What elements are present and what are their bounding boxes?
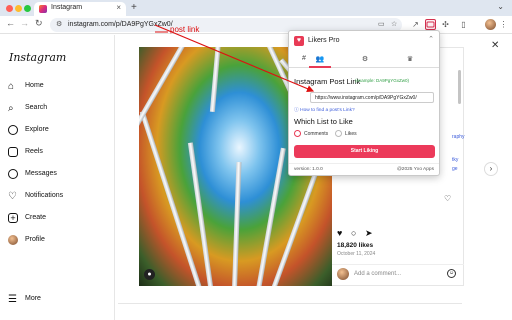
selected-tab-indicator [309,66,331,68]
comment-icon[interactable]: ○ [351,228,356,238]
likers-pro-extension-icon[interactable] [425,19,436,30]
tab-premium[interactable]: ♛ [404,55,416,63]
tab-strip: Instagram × + ⌄ [0,0,512,16]
reading-list-icon[interactable]: ▯ [458,19,469,30]
nav-profile-label: Profile [25,236,45,243]
instagram-favicon-icon [39,5,47,13]
popup-footer: version: 1.0.0 @2025 Yxo Apps [289,163,439,176]
post-date: October 11, 2024 [337,251,376,257]
hamburger-menu-icon: ☰ [8,294,17,305]
home-icon: ⌂ [8,81,15,92]
tab-users[interactable]: 👥 [314,55,326,63]
tab-close-icon[interactable]: × [116,3,121,12]
instagram-logo[interactable]: Instagram [9,51,66,64]
nav-home[interactable]: ⌂ Home [8,80,108,96]
nav-messages[interactable]: Messages [8,168,108,184]
likes-count[interactable]: 18,820 likes [337,242,373,249]
caption-fragment: tky [452,157,459,163]
nav-explore-label: Explore [25,126,49,133]
caption-fragment: ge [452,166,458,172]
comment-composer: Add a comment... ☺ [332,264,464,284]
annotation-post-link-label: post link [170,25,200,34]
pin-icon[interactable]: ⌃ [428,35,434,43]
comment-like-heart-icon[interactable]: ♡ [444,194,451,203]
post-link-label: Instagram Post Link [294,77,361,86]
likes-radio[interactable] [335,130,342,137]
close-icon[interactable]: ✕ [491,40,499,51]
plus-icon: + [8,213,18,223]
copyright-text[interactable]: @2025 Yxo Apps [397,167,434,172]
popup-tabs: # 👥 ⚙ ♛ [289,51,439,68]
reels-icon [8,147,18,157]
nav-reels[interactable]: Reels [8,146,108,162]
messages-icon [8,169,18,179]
likes-radio-label[interactable]: Likes [345,131,357,137]
url-text[interactable]: instagram.com/p/DA9PgYGxZw0/ [68,21,173,28]
nav-explore[interactable]: Explore [8,124,108,140]
tab-search-icon[interactable]: ⌄ [497,2,504,11]
nav-notifications[interactable]: ♡ Notifications [8,190,108,206]
howto-link[interactable]: ⓘ How to find a post's Link? [294,106,355,113]
nav-profile[interactable]: Profile [8,234,108,250]
maximize-window-button[interactable] [24,5,31,12]
details-scrollbar[interactable] [458,70,461,104]
nav-notifications-label: Notifications [25,192,64,199]
likers-pro-popup: ♥ Likers Pro ⌃ # 👥 ⚙ ♛ Instagram Post Li… [288,30,440,176]
extension-open-icon[interactable]: ↗ [410,19,421,30]
avatar-icon [8,235,18,245]
share-icon[interactable]: ➤ [365,228,373,239]
like-heart-icon[interactable]: ♥ [337,228,342,238]
nav-create[interactable]: + Create [8,212,108,228]
popup-title: Likers Pro [308,37,340,44]
howto-link-text[interactable]: How to find a post's Link? [300,108,355,113]
back-button[interactable]: ← [6,18,15,28]
tab-title: Instagram [51,4,83,11]
tab-settings[interactable]: ⚙ [359,55,371,63]
new-tab-button[interactable]: + [131,2,137,13]
browser-window: Instagram × + ⌄ ← → ↻ ⚙ instagram.com/p/… [0,0,512,320]
nav-reels-label: Reels [25,148,43,155]
close-window-button[interactable] [6,5,13,12]
nav-home-label: Home [25,82,44,89]
site-info-icon[interactable]: ⚙ [56,20,62,28]
reload-button[interactable]: ↻ [35,18,43,29]
nav-create-label: Create [25,214,47,221]
version-text: version: 1.0.0 [294,167,323,172]
nav-search[interactable]: ⌕ Search [8,102,108,118]
tab-instagram[interactable]: Instagram × [34,2,126,16]
list-label: Which List to Like [294,117,353,126]
nav-messages-label: Messages [25,170,57,177]
forward-button[interactable]: → [20,18,29,28]
caption-fragment: raphy [452,134,465,140]
extensions-puzzle-icon[interactable]: ✣ [440,19,451,30]
heart-icon: ♡ [8,191,17,202]
post-actions: ♥ ○ ➤ [337,228,377,240]
search-icon: ⌕ [8,103,14,114]
bookmark-star-icon[interactable]: ☆ [391,20,397,28]
avatar [337,268,349,280]
profile-avatar[interactable] [485,19,496,30]
post-link-input[interactable] [310,92,434,103]
divider [118,303,462,304]
next-post-button[interactable]: › [484,162,498,176]
tab-hashtag[interactable]: # [298,55,310,62]
minimize-window-button[interactable] [15,5,22,12]
start-liking-button[interactable]: Start Liking [294,145,435,158]
tagged-user-icon[interactable]: ● [144,269,155,280]
nav-more-label: More [25,295,41,302]
nav-more[interactable]: ☰ More [8,293,108,309]
explore-icon [8,125,18,135]
likers-pro-logo-icon: ♥ [294,36,304,46]
post-link-example: (example: DA9PgYGxZw0) [355,78,410,83]
nav-search-label: Search [25,104,48,111]
browser-menu-icon[interactable]: ⋮ [498,19,509,30]
comment-input[interactable]: Add a comment... [354,271,401,277]
emoji-icon[interactable]: ☺ [447,269,456,278]
cast-icon[interactable]: ▭ [378,20,385,28]
comments-radio-label[interactable]: Comments [304,131,328,137]
instagram-sidebar: Instagram ⌂ Home ⌕ Search Explore Reels … [0,35,115,320]
comments-radio[interactable] [294,130,301,137]
